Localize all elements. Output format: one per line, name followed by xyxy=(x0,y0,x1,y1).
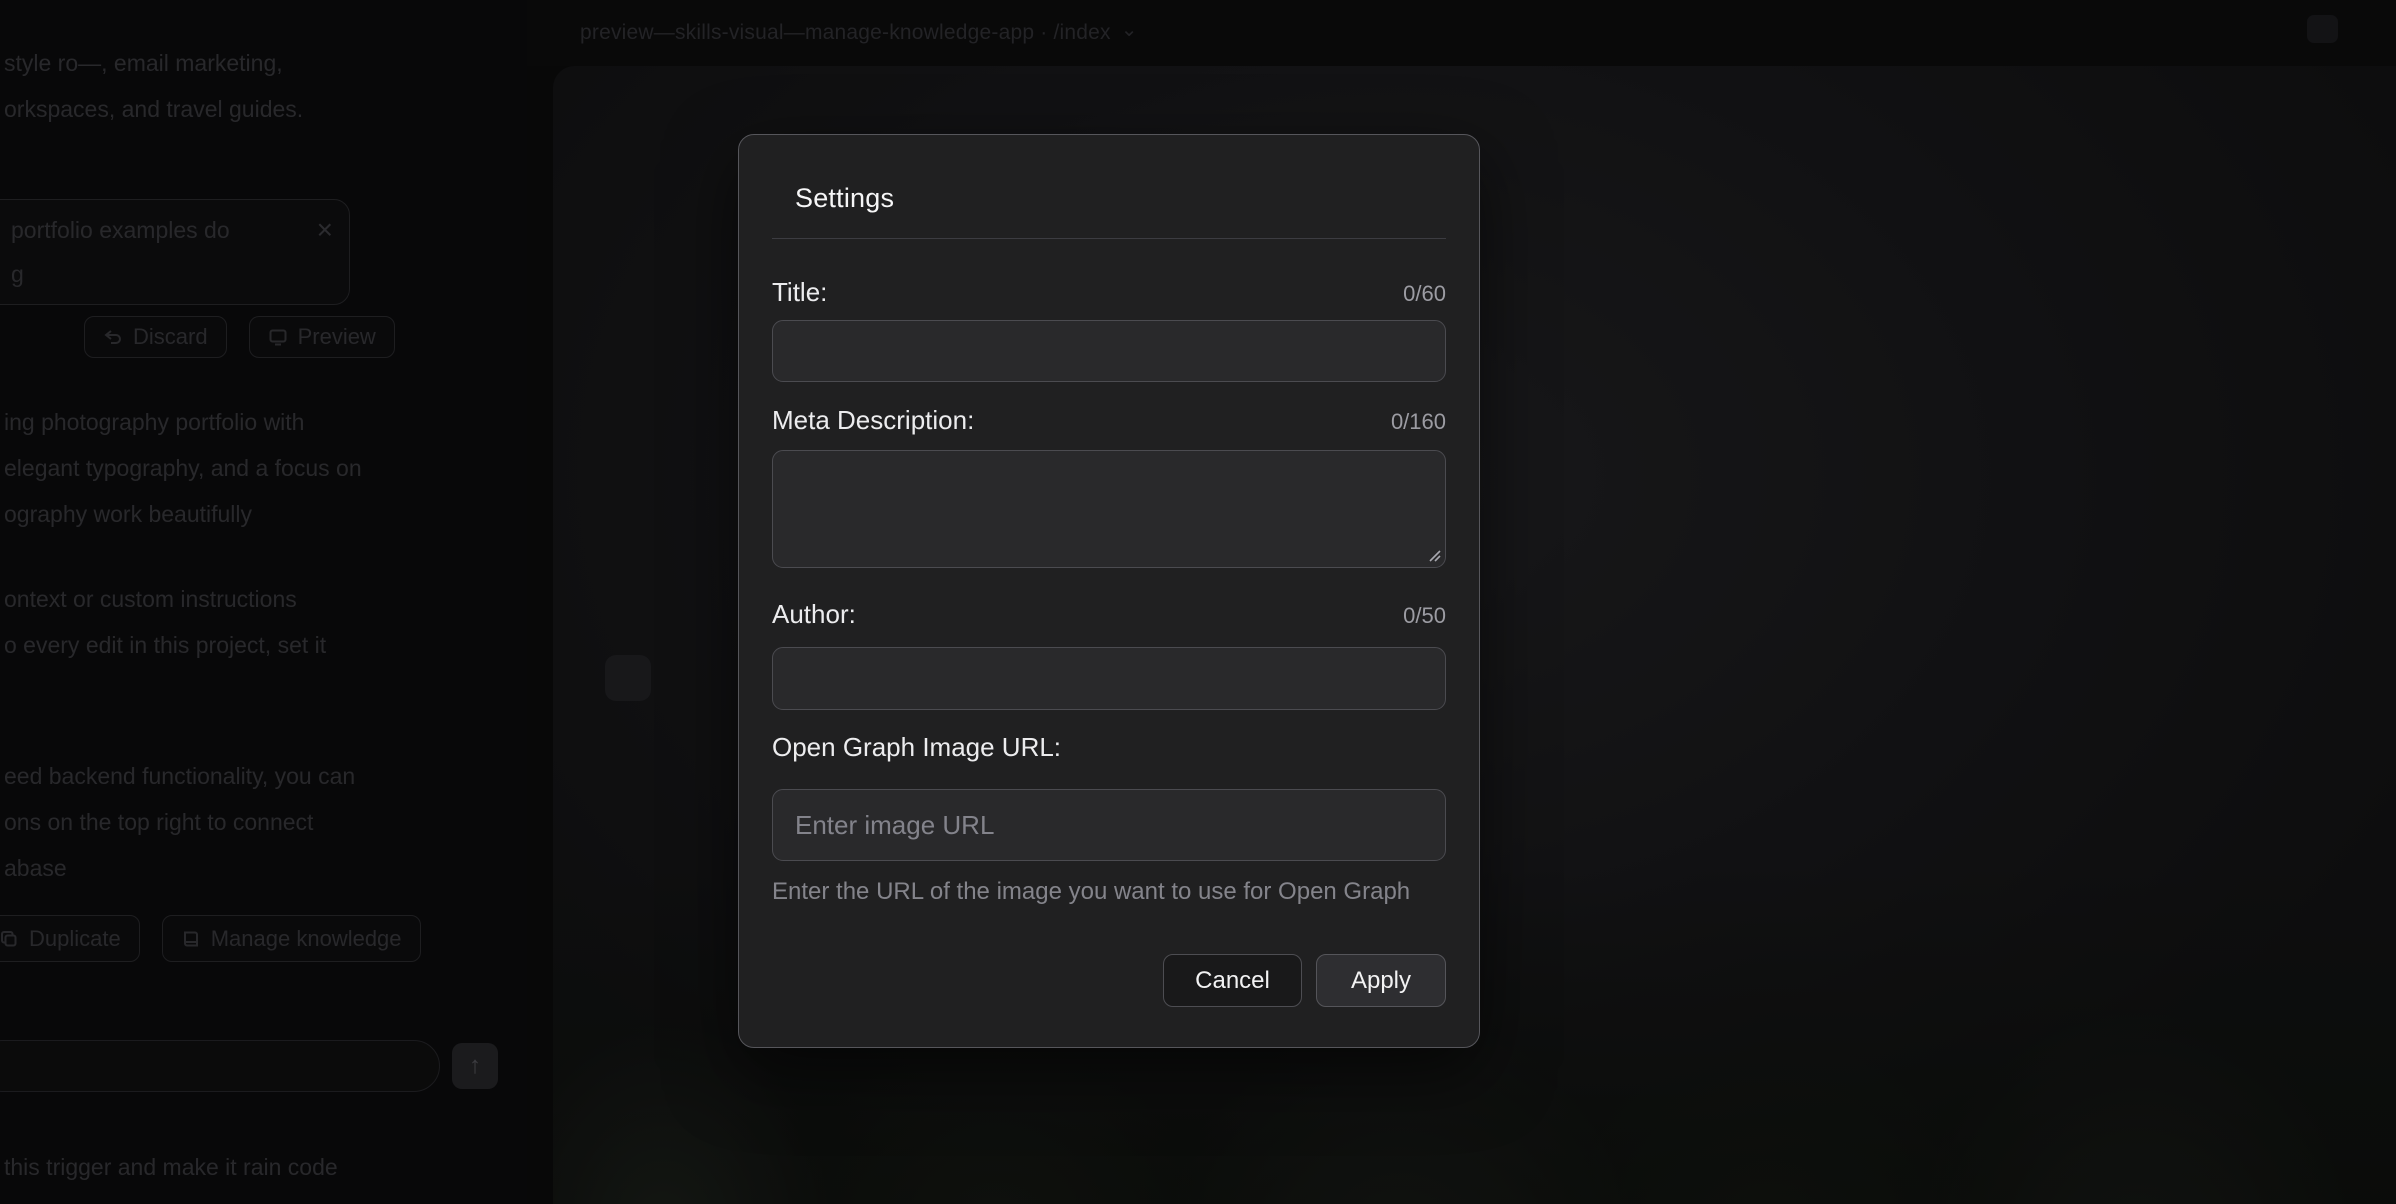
author-label: Author: xyxy=(772,599,856,630)
resize-grip-icon[interactable] xyxy=(1427,548,1441,562)
title-counter: 0/60 xyxy=(1403,281,1446,307)
modal-header: Settings xyxy=(739,135,1479,238)
settings-modal: Settings Title: 0/60 Meta Description: 0… xyxy=(738,134,1480,1048)
modal-body: Title: 0/60 Meta Description: 0/160 Auth… xyxy=(739,277,1479,1007)
cancel-button[interactable]: Cancel xyxy=(1163,954,1302,1007)
author-input[interactable] xyxy=(772,647,1446,710)
modal-title: Settings xyxy=(795,183,1423,214)
author-counter: 0/50 xyxy=(1403,603,1446,629)
meta-description-textarea[interactable] xyxy=(772,450,1446,568)
title-input[interactable] xyxy=(772,320,1446,382)
apply-button[interactable]: Apply xyxy=(1316,954,1446,1007)
og-image-url-input[interactable] xyxy=(772,789,1446,861)
field-label-row: Title: 0/60 xyxy=(772,277,1446,308)
modal-actions: Cancel Apply xyxy=(772,954,1446,1007)
field-label-row: Author: 0/50 xyxy=(772,599,1446,630)
field-label-row: Open Graph Image URL: xyxy=(772,732,1446,763)
og-image-url-helper: Enter the URL of the image you want to u… xyxy=(772,878,1446,906)
field-label-row: Meta Description: 0/160 xyxy=(772,405,1446,436)
meta-description-counter: 0/160 xyxy=(1391,409,1446,435)
title-label: Title: xyxy=(772,277,827,308)
og-image-url-label: Open Graph Image URL: xyxy=(772,732,1061,763)
modal-divider xyxy=(772,238,1446,239)
meta-description-wrap xyxy=(772,450,1446,568)
screen: preview—skills-visual—manage-knowledge-a… xyxy=(0,0,2396,1204)
meta-description-label: Meta Description: xyxy=(772,405,974,436)
